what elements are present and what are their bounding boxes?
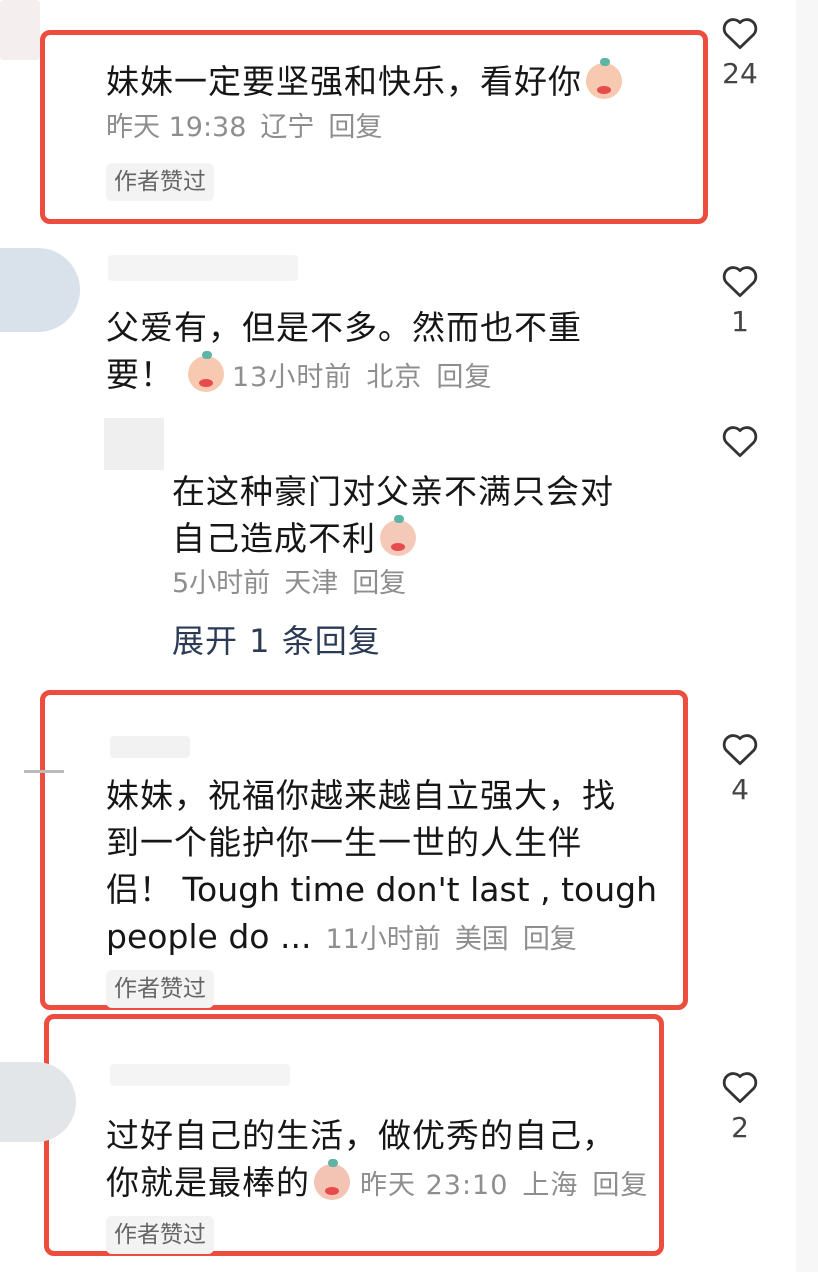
- like-button[interactable]: 24: [710, 16, 770, 92]
- like-button[interactable]: [710, 424, 770, 458]
- heart-icon: [722, 734, 758, 766]
- author-liked-badge: 作者赞过: [106, 1216, 214, 1254]
- like-button[interactable]: 2: [710, 1070, 770, 1146]
- comment-meta: 11小时前 美国 回复: [325, 924, 590, 955]
- reply-button[interactable]: 回复: [436, 362, 492, 393]
- comment-time: 13小时前: [232, 362, 353, 393]
- comment-location: 北京: [366, 362, 423, 393]
- scroll-edge: [796, 0, 818, 1272]
- comment-text: 妹妹，祝福你越来越自立强大，找 到一个能护你一生一世的人生伴 侣！ Tough …: [106, 772, 657, 960]
- comment-location: 天津: [284, 568, 339, 599]
- heart-icon: [722, 1072, 758, 1104]
- crying-emoji-icon: [380, 515, 416, 556]
- comment-meta: 13小时前 北京 回复: [232, 362, 506, 393]
- comment-meta: 昨天 23:10 上海 回复: [360, 1170, 662, 1201]
- author-liked-badge: 作者赞过: [106, 163, 214, 201]
- comment-text-line: people do ...: [106, 917, 312, 956]
- reply-text: 在这种豪门对父亲不满只会对 自己造成不利: [172, 468, 614, 562]
- comment-text: 妹妹一定要坚强和快乐，看好你: [106, 58, 622, 105]
- comment-text-line: 自己造成不利: [172, 519, 376, 558]
- blurred-username: [0, 0, 40, 60]
- comment-time: 11小时前: [325, 924, 441, 955]
- comment-text-line: 到一个能护你一生一世的人生伴: [106, 823, 582, 862]
- like-button[interactable]: 1: [710, 264, 770, 340]
- blushing-baby-emoji-icon: [188, 351, 224, 392]
- blurred-username: [110, 1064, 290, 1086]
- like-count: 4: [731, 773, 749, 806]
- heart-icon: [722, 266, 758, 298]
- heart-icon: [722, 426, 758, 458]
- comment-text-line: 妹妹，祝福你越来越自立强大，找: [106, 776, 616, 815]
- blushing-baby-emoji-icon: [586, 58, 622, 99]
- comment-text-line: 你就是最棒的: [106, 1163, 310, 1202]
- comment-meta: 5小时前 天津 回复: [172, 566, 420, 602]
- blurred-username: [110, 736, 190, 758]
- like-count: 2: [731, 1111, 749, 1144]
- comment-location: 上海: [522, 1170, 579, 1201]
- reply-button[interactable]: 回复: [592, 1170, 648, 1201]
- like-count: 24: [722, 57, 758, 90]
- comment-meta: 昨天 19:38 辽宁 回复: [106, 110, 396, 146]
- comment-text-line: 侣！ Tough time don't last , tough: [106, 870, 657, 909]
- reply-button[interactable]: 回复: [523, 924, 577, 955]
- author-liked-badge: 作者赞过: [106, 970, 214, 1008]
- expand-replies-link[interactable]: 展开 1 条回复: [172, 620, 381, 662]
- reply-avatar[interactable]: [104, 418, 164, 470]
- avatar[interactable]: [0, 248, 80, 332]
- avatar-edge: [24, 770, 64, 773]
- like-button[interactable]: 4: [710, 732, 770, 808]
- comment-location: 美国: [454, 924, 509, 955]
- comment-text-line: 过好自己的生活，做优秀的自己，: [106, 1116, 616, 1155]
- comment-location: 辽宁: [260, 112, 315, 143]
- heart-icon: [722, 18, 758, 50]
- comment-time: 昨天 19:38: [106, 112, 247, 143]
- comment-text-line: 在这种豪门对父亲不满只会对: [172, 472, 614, 511]
- comment-text-line: 要！: [106, 355, 174, 394]
- reply-button[interactable]: 回复: [352, 568, 406, 599]
- reply-button[interactable]: 回复: [328, 112, 382, 143]
- blurred-username: [108, 255, 298, 281]
- comment-text-line: 父爱有，但是不多。然而也不重: [106, 308, 582, 347]
- comment-time: 昨天 23:10: [360, 1170, 509, 1201]
- grimacing-emoji-icon: [314, 1159, 350, 1200]
- like-count: 1: [731, 305, 749, 338]
- comment-text: 过好自己的生活，做优秀的自己， 你就是最棒的 昨天 23:10 上海 回复: [106, 1112, 662, 1206]
- comment-text: 父爱有，但是不多。然而也不重 要！ 13小时前 北京 回复: [106, 304, 582, 398]
- comment-time: 5小时前: [172, 568, 271, 599]
